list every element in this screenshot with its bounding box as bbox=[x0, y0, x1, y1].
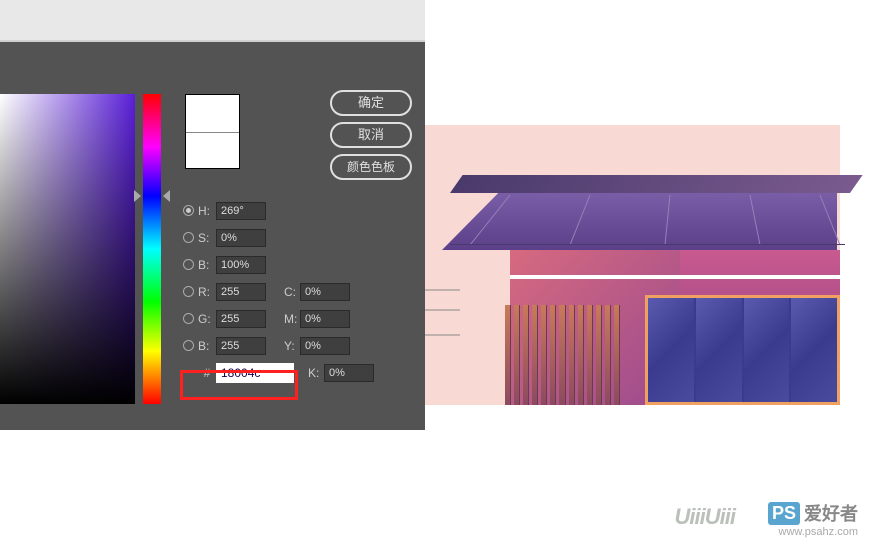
watermark-ps-badge: PS bbox=[768, 502, 800, 525]
watermark-uiii: UiiiUiii bbox=[675, 504, 735, 530]
b2-input[interactable]: 255 bbox=[216, 337, 266, 355]
dialog-titlebar[interactable] bbox=[0, 0, 425, 40]
color-preview bbox=[185, 94, 240, 169]
k-label: K: bbox=[308, 366, 324, 380]
c-label: C: bbox=[284, 285, 300, 299]
hue-slider[interactable] bbox=[143, 94, 161, 404]
r-label: R: bbox=[198, 285, 216, 299]
c-input[interactable]: 0% bbox=[300, 283, 350, 301]
s-label: S: bbox=[198, 231, 216, 245]
s-input[interactable]: 0% bbox=[216, 229, 266, 247]
cancel-button[interactable]: 取消 bbox=[330, 122, 412, 148]
b-label: B: bbox=[198, 258, 216, 272]
s-radio[interactable] bbox=[183, 232, 194, 243]
b2-radio[interactable] bbox=[183, 340, 194, 351]
m-label: M: bbox=[284, 312, 300, 326]
b2-label: B: bbox=[198, 339, 216, 353]
h-label: H: bbox=[198, 204, 216, 218]
g-input[interactable]: 255 bbox=[216, 310, 266, 328]
b-radio[interactable] bbox=[183, 259, 194, 270]
h-input[interactable]: 269° bbox=[216, 202, 266, 220]
swatch-button[interactable]: 颜色色板 bbox=[330, 154, 412, 180]
k-input[interactable]: 0% bbox=[324, 364, 374, 382]
b-input[interactable]: 100% bbox=[216, 256, 266, 274]
hex-highlight-annotation bbox=[180, 370, 298, 400]
color-value-fields: H: 269° S: 0% B: 100% R: 255 C: 0% G: 25… bbox=[183, 197, 413, 386]
watermark-url: www.psahz.com bbox=[768, 526, 858, 538]
g-radio[interactable] bbox=[183, 313, 194, 324]
h-radio[interactable] bbox=[183, 205, 194, 216]
r-radio[interactable] bbox=[183, 286, 194, 297]
watermark-cn: 爱好者 bbox=[804, 500, 858, 526]
saturation-brightness-field[interactable] bbox=[0, 94, 135, 404]
m-input[interactable]: 0% bbox=[300, 310, 350, 328]
hue-indicator-right[interactable] bbox=[163, 190, 170, 202]
g-label: G: bbox=[198, 312, 216, 326]
y-label: Y: bbox=[284, 339, 300, 353]
building-illustration bbox=[450, 175, 850, 405]
r-input[interactable]: 255 bbox=[216, 283, 266, 301]
y-input[interactable]: 0% bbox=[300, 337, 350, 355]
watermark: PS 爱好者 www.psahz.com bbox=[768, 500, 858, 538]
hue-indicator-left[interactable] bbox=[134, 190, 141, 202]
ok-button[interactable]: 确定 bbox=[330, 90, 412, 116]
